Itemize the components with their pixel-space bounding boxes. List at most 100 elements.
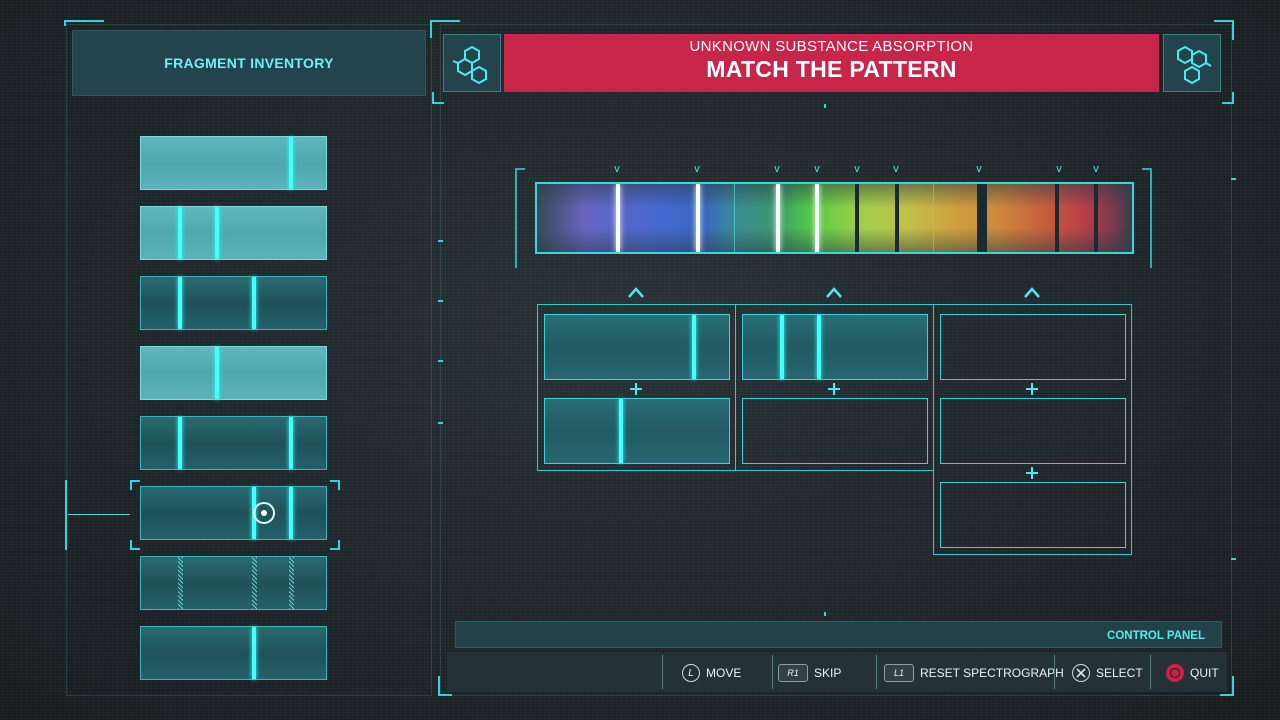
quit-label: QUIT xyxy=(1190,666,1219,680)
spectrum-line xyxy=(696,184,700,252)
cross-button-icon xyxy=(1072,664,1090,682)
pattern-slot[interactable] xyxy=(742,314,928,380)
selection-highlight xyxy=(130,480,340,550)
caret-up-icon xyxy=(628,287,644,298)
fragment-line xyxy=(289,137,293,189)
pattern-slot-empty[interactable] xyxy=(940,482,1126,548)
molecule-icon-left xyxy=(443,34,501,92)
slot-line xyxy=(780,315,784,379)
fragment-item[interactable] xyxy=(140,346,327,400)
move-label: MOVE xyxy=(706,666,742,680)
spectrum-line xyxy=(776,184,780,252)
spectrum-line xyxy=(616,184,620,252)
slot-line xyxy=(692,315,696,379)
spectrograph xyxy=(535,182,1134,254)
title-main: MATCH THE PATTERN xyxy=(706,56,957,82)
tick-mark xyxy=(824,612,826,616)
skip-action[interactable]: R1 SKIP xyxy=(778,662,841,684)
fragment-item[interactable] xyxy=(140,626,327,680)
plus-icon xyxy=(828,383,840,395)
selection-corner xyxy=(330,480,340,490)
spectrum-divider xyxy=(734,184,735,252)
molecule-icon xyxy=(1177,45,1212,85)
separator xyxy=(1054,655,1055,689)
left-stick-icon: L xyxy=(682,664,700,682)
fragment-item[interactable] xyxy=(140,416,327,470)
separator xyxy=(876,655,877,689)
molecule-icon xyxy=(452,45,487,85)
spectrum-line xyxy=(855,184,859,252)
l1-button-icon: L1 xyxy=(884,664,914,682)
tick-mark xyxy=(438,360,443,362)
selection-connector xyxy=(68,514,130,515)
separator xyxy=(662,655,663,689)
tick-mark xyxy=(1231,178,1236,180)
pattern-slot-empty[interactable] xyxy=(742,398,928,464)
fragment-line xyxy=(178,417,182,469)
fragment-line xyxy=(252,627,256,679)
fragment-line-faint xyxy=(289,557,294,609)
fragment-item[interactable] xyxy=(140,276,327,330)
title-subtitle: UNKNOWN SUBSTANCE ABSORPTION xyxy=(689,38,974,55)
selection-corner xyxy=(130,540,140,550)
fragment-item[interactable] xyxy=(140,556,327,610)
control-panel-bar: CONTROL PANEL xyxy=(455,621,1222,648)
plus-icon xyxy=(630,383,642,395)
separator xyxy=(772,655,773,689)
slot-line xyxy=(817,315,821,379)
fragment-line xyxy=(178,277,182,329)
tick-mark xyxy=(824,104,826,108)
target-marker: v xyxy=(976,163,982,175)
pattern-slot[interactable] xyxy=(544,398,730,464)
pattern-slot[interactable] xyxy=(544,314,730,380)
fragment-inventory-title: FRAGMENT INVENTORY xyxy=(164,55,334,71)
corner-bracket xyxy=(432,92,444,104)
reset-spectrograph-label: RESET SPECTROGRAPH xyxy=(920,666,1064,680)
selection-corner xyxy=(330,540,340,550)
spectrum-line xyxy=(895,184,899,252)
cursor-icon xyxy=(253,502,275,524)
skip-label: SKIP xyxy=(814,666,842,680)
tick-mark xyxy=(438,240,443,242)
spectrum-line xyxy=(977,184,987,252)
r1-button-icon: R1 xyxy=(778,664,808,682)
select-action[interactable]: SELECT xyxy=(1072,662,1143,684)
title-banner: UNKNOWN SUBSTANCE ABSORPTION MATCH THE P… xyxy=(504,34,1159,92)
tick-mark xyxy=(1231,558,1236,560)
target-marker: v xyxy=(854,163,860,175)
scroll-indicator xyxy=(65,480,67,550)
fragment-line-faint xyxy=(178,557,183,609)
spectrum-bracket xyxy=(515,168,525,268)
tick-mark xyxy=(438,422,443,424)
fragment-line-faint xyxy=(252,557,257,609)
target-marker: v xyxy=(694,163,700,175)
fragment-inventory-header: FRAGMENT INVENTORY xyxy=(72,30,426,96)
reset-spectrograph-action[interactable]: L1 RESET SPECTROGRAPH xyxy=(884,662,1064,684)
separator xyxy=(1150,655,1151,689)
plus-icon xyxy=(1026,467,1038,479)
quit-action[interactable]: QUIT xyxy=(1166,662,1219,684)
fragment-line xyxy=(289,417,293,469)
pattern-slot-empty[interactable] xyxy=(940,314,1126,380)
move-action[interactable]: L MOVE xyxy=(682,662,741,684)
spectrum-divider xyxy=(933,184,934,252)
molecule-icon-right xyxy=(1163,34,1221,92)
select-label: SELECT xyxy=(1096,666,1143,680)
fragment-line xyxy=(178,207,182,259)
selection-corner xyxy=(130,480,140,490)
fragment-line xyxy=(252,277,256,329)
spectrum-line xyxy=(815,184,819,252)
fragment-item[interactable] xyxy=(140,206,327,260)
caret-up-icon xyxy=(826,287,842,298)
target-marker: v xyxy=(1056,163,1062,175)
spectrum-bracket xyxy=(1142,168,1152,268)
fragment-item[interactable] xyxy=(140,136,327,190)
corner-bracket xyxy=(64,20,104,26)
target-marker: v xyxy=(1093,163,1099,175)
target-marker: v xyxy=(893,163,899,175)
caret-up-icon xyxy=(1024,287,1040,298)
pattern-slot-empty[interactable] xyxy=(940,398,1126,464)
target-marker: v xyxy=(814,163,820,175)
corner-bracket xyxy=(1222,92,1234,104)
slot-line xyxy=(619,399,623,463)
